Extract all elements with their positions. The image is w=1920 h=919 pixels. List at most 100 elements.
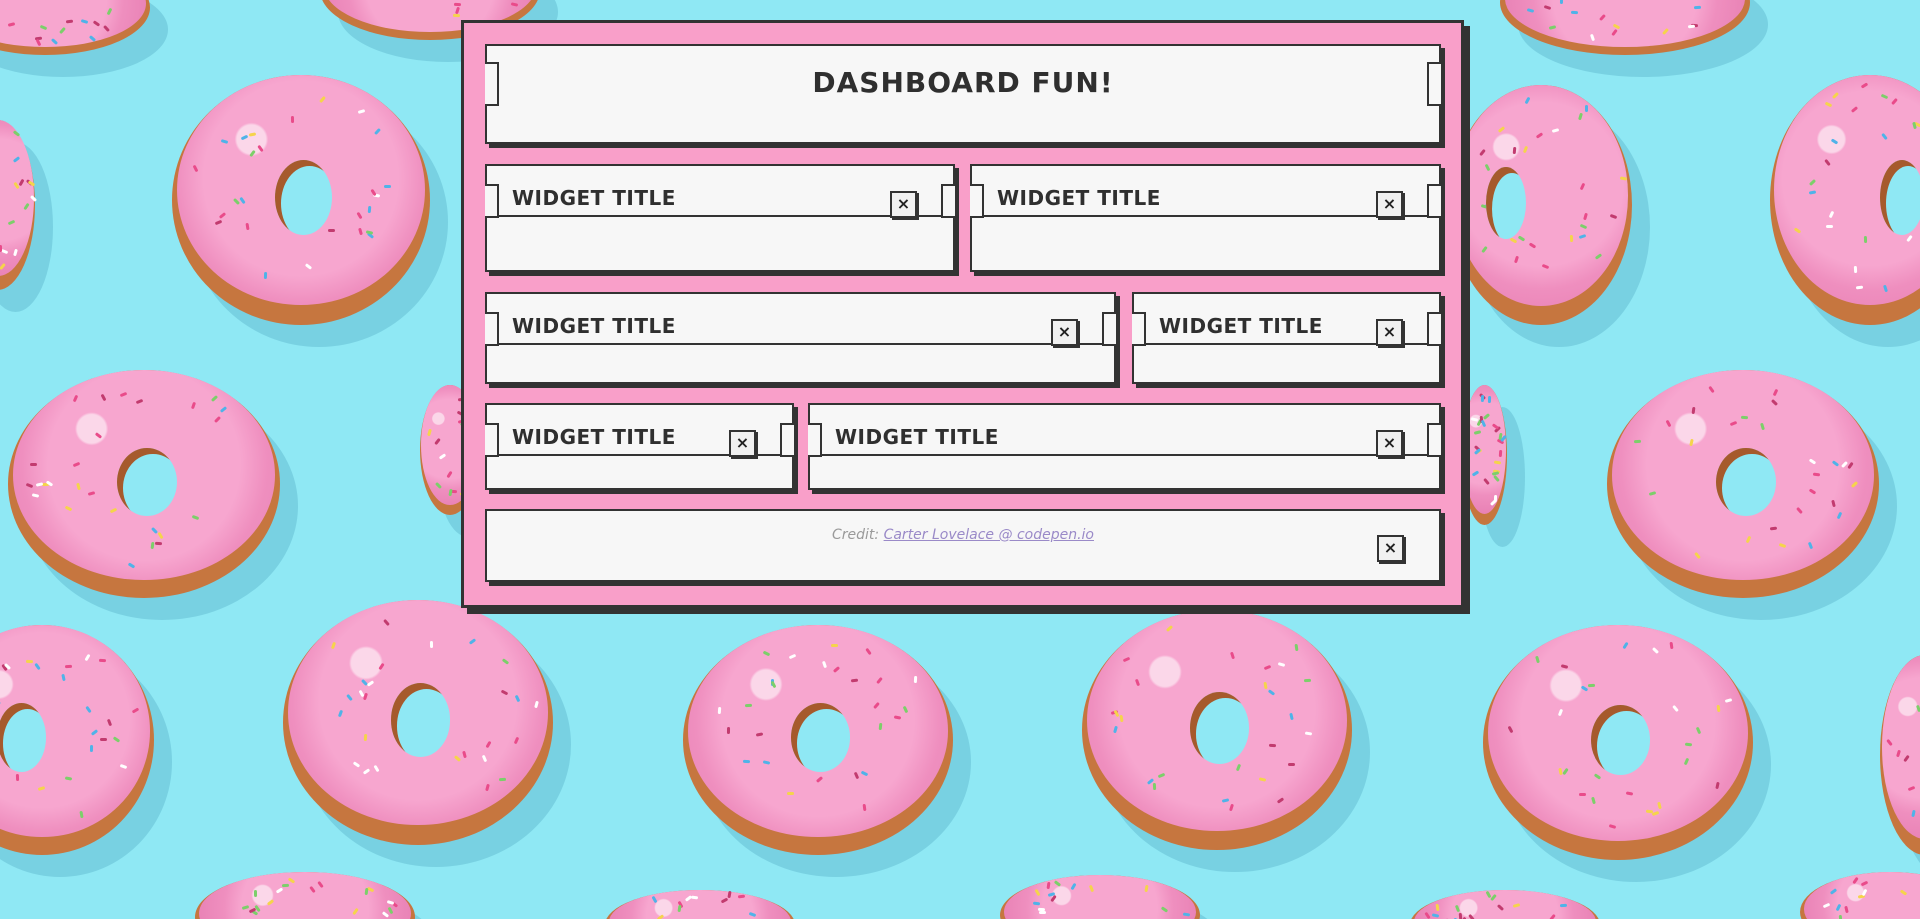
sprinkle-decoration xyxy=(34,662,41,671)
sprinkle-decoration xyxy=(1490,894,1498,902)
sprinkle-decoration xyxy=(1305,731,1313,736)
sprinkle-decoration xyxy=(51,37,59,45)
sprinkle-decoration xyxy=(1304,678,1312,682)
sprinkle-decoration xyxy=(1123,656,1131,663)
sprinkle-decoration xyxy=(1609,214,1618,220)
sprinkle-decoration xyxy=(1590,796,1596,805)
sprinkle-decoration xyxy=(651,895,658,903)
sprinkle-decoration xyxy=(481,754,488,763)
donut-image xyxy=(1000,875,1200,919)
sprinkle-decoration xyxy=(1694,5,1702,9)
panel-tab-left xyxy=(485,423,499,457)
sprinkle-decoration xyxy=(0,262,7,271)
sprinkle-decoration xyxy=(1773,388,1779,397)
sprinkle-decoration xyxy=(1832,92,1840,100)
close-widget-button[interactable]: × xyxy=(890,191,917,218)
sprinkle-decoration xyxy=(213,416,222,424)
sprinkle-decoration xyxy=(1113,725,1119,734)
sprinkle-decoration xyxy=(95,432,103,440)
sprinkle-decoration xyxy=(12,130,21,138)
sprinkle-decoration xyxy=(1235,763,1242,772)
sprinkle-decoration xyxy=(109,507,118,514)
sprinkle-decoration xyxy=(1088,884,1095,893)
close-footer-button[interactable]: × xyxy=(1377,535,1404,562)
sprinkle-decoration xyxy=(1541,263,1550,270)
sprinkle-decoration xyxy=(1808,178,1816,186)
sprinkle-decoration xyxy=(1535,132,1544,139)
sprinkle-decoration xyxy=(1683,757,1690,766)
sprinkle-decoration xyxy=(304,262,313,270)
sprinkle-decoration xyxy=(1633,439,1641,444)
sprinkle-decoration xyxy=(1684,742,1693,747)
sprinkle-decoration xyxy=(894,714,902,720)
sprinkle-decoration xyxy=(248,132,256,138)
sprinkle-decoration xyxy=(245,222,250,231)
sprinkle-decoration xyxy=(1527,8,1535,13)
sprinkle-decoration xyxy=(1557,708,1564,717)
sprinkle-decoration xyxy=(1843,906,1849,914)
sprinkle-decoration xyxy=(1905,234,1913,243)
sprinkle-decoration xyxy=(1916,704,1920,713)
sprinkle-decoration xyxy=(37,785,45,791)
sprinkle-decoration xyxy=(353,760,361,768)
sprinkle-decoration xyxy=(1424,912,1432,919)
sprinkle-decoration xyxy=(1823,158,1831,166)
sprinkle-decoration xyxy=(64,665,72,669)
sprinkle-decoration xyxy=(1745,535,1752,544)
sprinkle-decoration xyxy=(107,718,113,727)
sprinkle-decoration xyxy=(1645,809,1653,814)
sprinkle-decoration xyxy=(514,694,521,703)
sprinkle-decoration xyxy=(12,249,18,257)
sprinkle-decoration xyxy=(913,675,917,683)
sprinkle-decoration xyxy=(1822,902,1831,908)
sprinkle-decoration xyxy=(1829,888,1838,895)
sprinkle-decoration xyxy=(1507,725,1514,734)
donut-image xyxy=(1770,75,1920,325)
sprinkle-decoration xyxy=(1258,777,1267,782)
sprinkle-decoration xyxy=(1598,13,1606,21)
dashboard-container: DASHBOARD FUN! WIDGET TITLE × WIDGET TIT… xyxy=(461,20,1464,608)
sprinkle-decoration xyxy=(1491,471,1500,476)
sprinkle-decoration xyxy=(281,883,290,888)
sprinkle-decoration xyxy=(1294,643,1299,652)
sprinkle-decoration xyxy=(1672,704,1679,712)
sprinkle-decoration xyxy=(191,401,197,410)
credit-text: Credit: Carter Lovelace @ codepen.io xyxy=(487,527,1439,543)
sprinkle-decoration xyxy=(786,792,794,796)
close-widget-button[interactable]: × xyxy=(1376,319,1403,346)
sprinkle-decoration xyxy=(30,194,38,202)
close-widget-button[interactable]: × xyxy=(1376,191,1403,218)
sprinkle-decoration xyxy=(75,483,81,491)
sprinkle-decoration xyxy=(452,14,460,18)
sprinkle-decoration xyxy=(356,211,363,220)
sprinkle-decoration xyxy=(1689,439,1694,447)
sprinkle-decoration xyxy=(39,24,48,31)
sprinkle-decoration xyxy=(438,453,447,461)
sprinkle-decoration xyxy=(370,188,377,197)
sprinkle-decoration xyxy=(1891,98,1899,106)
sprinkle-decoration xyxy=(1578,234,1586,240)
donut-image xyxy=(1607,370,1879,598)
close-widget-button[interactable]: × xyxy=(729,430,756,457)
sprinkle-decoration xyxy=(127,562,136,569)
sprinkle-decoration xyxy=(435,482,443,490)
close-widget-button[interactable]: × xyxy=(1376,430,1403,457)
sprinkle-decoration xyxy=(737,894,745,899)
sprinkle-decoration xyxy=(1230,652,1236,660)
sprinkle-decoration xyxy=(210,395,218,403)
sprinkle-decoration xyxy=(1708,385,1715,394)
sprinkle-decoration xyxy=(27,179,36,187)
sprinkle-decoration xyxy=(1050,895,1058,903)
sprinkle-decoration xyxy=(381,911,389,918)
sprinkle-decoration xyxy=(241,905,250,911)
sprinkle-decoration xyxy=(84,654,91,662)
sprinkle-decoration xyxy=(832,666,840,674)
sprinkle-decoration xyxy=(7,219,16,226)
donut-image xyxy=(0,0,150,55)
close-widget-button[interactable]: × xyxy=(1051,319,1078,346)
sprinkle-decoration xyxy=(1835,903,1841,912)
panel-tab-right xyxy=(1427,312,1441,346)
sprinkle-decoration xyxy=(1513,255,1519,264)
sprinkle-decoration xyxy=(1852,876,1859,884)
credit-link[interactable]: Carter Lovelace @ codepen.io xyxy=(884,527,1094,543)
